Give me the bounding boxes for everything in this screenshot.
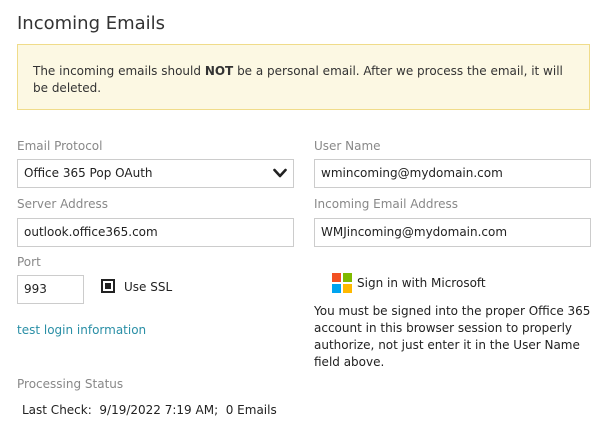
incoming-email-label: Incoming Email Address [314,197,459,211]
microsoft-logo-icon [332,273,352,293]
test-login-link[interactable]: test login information [17,323,146,337]
server-address-label: Server Address [17,197,108,211]
port-label: Port [17,255,41,269]
email-protocol-label: Email Protocol [17,139,103,153]
microsoft-sign-in-note: You must be signed into the proper Offic… [314,304,591,369]
incoming-email-value: WMJincoming@mydomain.com [321,225,508,239]
page-title: Incoming Emails [17,13,166,34]
email-protocol-value: Office 365 Pop OAuth [24,166,153,180]
user-name-input[interactable]: wmincoming@mydomain.com [314,159,591,188]
processing-status-label: Processing Status [17,377,124,391]
port-input[interactable]: 993 [17,275,84,304]
use-ssl-checkbox[interactable] [101,279,115,293]
incoming-email-input[interactable]: WMJincoming@mydomain.com [314,218,591,247]
last-check-text: Last Check: 9/19/2022 7:19 AM; 0 Emails [22,403,277,417]
server-address-input[interactable]: outlook.office365.com [17,218,294,247]
sign-in-microsoft-label: Sign in with Microsoft [357,276,486,290]
email-protocol-select[interactable]: Office 365 Pop OAuth [17,159,294,188]
port-value: 993 [24,282,47,296]
warning-alert: The incoming emails should NOT be a pers… [17,44,590,110]
sign-in-microsoft-button[interactable]: Sign in with Microsoft [332,272,486,294]
user-name-label: User Name [314,139,381,153]
server-address-value: outlook.office365.com [24,225,158,239]
use-ssl-label: Use SSL [124,280,173,294]
alert-text-prefix: The incoming emails should [33,64,205,78]
chevron-down-icon [273,168,287,178]
alert-text-bold: NOT [204,64,234,78]
user-name-value: wmincoming@mydomain.com [321,166,503,180]
